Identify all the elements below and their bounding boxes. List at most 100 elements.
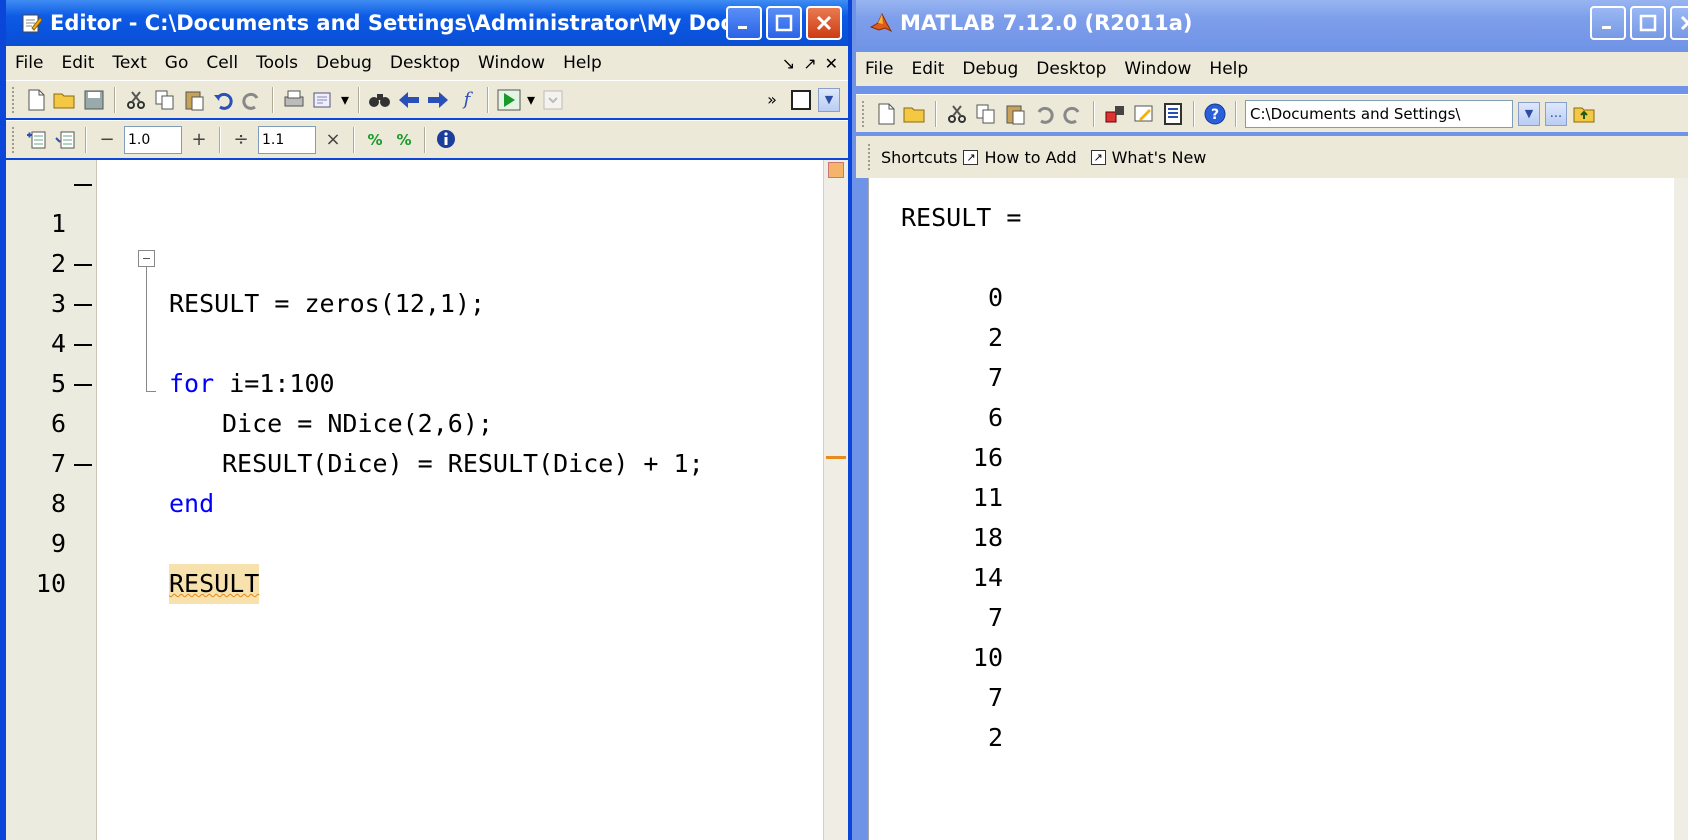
undo-icon[interactable] xyxy=(211,88,235,112)
fold-toggle-icon[interactable] xyxy=(138,250,155,267)
editor-titlebar[interactable]: Editor - C:\Documents and Settings\Admin… xyxy=(6,0,848,46)
close-doc-icon[interactable]: ✕ xyxy=(825,54,838,73)
info-icon[interactable] xyxy=(434,128,458,152)
menu-debug[interactable]: Debug xyxy=(307,53,381,73)
paste-icon[interactable] xyxy=(1003,102,1027,126)
close-icon xyxy=(816,15,832,31)
warning-status-icon[interactable] xyxy=(828,162,844,178)
simulink-icon[interactable] xyxy=(1103,102,1127,126)
breakpoint-dash[interactable] xyxy=(74,344,92,346)
warning-marker[interactable] xyxy=(826,456,846,459)
editor-text-area[interactable]: 1 RESULT = zeros(12,1); 2 3 for i=1:100 … xyxy=(6,160,848,840)
cut-icon[interactable] xyxy=(124,88,148,112)
more-tools-icon[interactable]: » xyxy=(760,88,784,112)
editor-menubar: File Edit Text Go Cell Tools Debug Deskt… xyxy=(6,46,848,80)
menu-tools[interactable]: Tools xyxy=(247,53,307,73)
menu-go[interactable]: Go xyxy=(156,53,198,73)
insert-cell-icon[interactable] xyxy=(24,128,48,152)
up-folder-icon[interactable] xyxy=(1572,102,1596,126)
menu-text[interactable]: Text xyxy=(103,53,155,73)
cut-icon[interactable] xyxy=(945,102,969,126)
save-icon[interactable] xyxy=(82,88,106,112)
paste-icon[interactable] xyxy=(182,88,206,112)
menu-help[interactable]: Help xyxy=(1200,59,1257,79)
multiply-button[interactable]: × xyxy=(321,128,345,152)
new-file-icon[interactable] xyxy=(24,88,48,112)
menu-window[interactable]: Window xyxy=(469,53,554,73)
redo-icon[interactable] xyxy=(240,88,264,112)
open-folder-icon[interactable] xyxy=(53,88,77,112)
new-file-icon[interactable] xyxy=(874,102,898,126)
breakpoint-dash[interactable] xyxy=(74,184,92,186)
percent-dropdown-icon[interactable]: % xyxy=(392,128,416,152)
output-value: 0 xyxy=(987,283,1003,312)
matlab-titlebar[interactable]: MATLAB 7.12.0 (R2011a) xyxy=(856,0,1688,46)
current-folder-field[interactable]: C:\Documents and Settings\ xyxy=(1245,99,1513,128)
divide-button[interactable]: ÷ xyxy=(229,128,253,152)
cell-remove-icon[interactable] xyxy=(53,128,77,152)
whats-new-link[interactable]: What's New xyxy=(1112,148,1207,167)
minimize-button[interactable] xyxy=(1590,6,1626,40)
code-line-4: 4 Dice = NDice(2,6); xyxy=(6,284,820,438)
close-button[interactable] xyxy=(1670,6,1688,40)
add-percent-icon[interactable]: % xyxy=(363,128,387,152)
breakpoint-dash[interactable] xyxy=(74,464,92,466)
command-window[interactable]: RESULT = 0 2 7 6 16 11 18 14 7 10 7 2 xyxy=(868,178,1688,840)
editor-app-icon xyxy=(22,14,42,33)
find-icon[interactable] xyxy=(368,88,392,112)
dropdown-arrow-icon[interactable]: ▾ xyxy=(340,88,350,112)
copy-icon[interactable] xyxy=(153,88,177,112)
help-icon[interactable]: ? xyxy=(1203,102,1227,126)
function-icon[interactable]: f xyxy=(455,88,479,112)
close-button[interactable] xyxy=(806,6,842,40)
maximize-button[interactable] xyxy=(766,6,802,40)
menu-help[interactable]: Help xyxy=(554,53,611,73)
copy-icon[interactable] xyxy=(974,102,998,126)
editor-cell-toolbar: − 1.0 + ÷ 1.1 × % % xyxy=(6,120,848,158)
menu-file[interactable]: File xyxy=(6,53,52,73)
dock-arrow-icon[interactable]: ↘ xyxy=(782,54,795,73)
shortcuts-label[interactable]: Shortcuts xyxy=(881,148,957,167)
breakpoint-dash[interactable] xyxy=(74,264,92,266)
menu-edit[interactable]: Edit xyxy=(52,53,103,73)
print-icon[interactable] xyxy=(282,88,306,112)
increment-button[interactable]: + xyxy=(187,128,211,152)
code-line-2: 2 xyxy=(6,204,820,278)
maximize-icon xyxy=(775,14,793,32)
decrement-button[interactable]: − xyxy=(95,128,119,152)
back-arrow-icon[interactable] xyxy=(397,88,421,112)
browse-folder-button[interactable]: ... xyxy=(1545,101,1567,126)
publish-icon[interactable] xyxy=(311,88,335,112)
forward-arrow-icon[interactable] xyxy=(426,88,450,112)
redo-icon[interactable] xyxy=(1061,102,1085,126)
code-line-5: 5 RESULT(Dice) = RESULT(Dice) + 1; xyxy=(6,324,820,478)
menu-desktop[interactable]: Desktop xyxy=(1027,59,1115,79)
minimize-button[interactable] xyxy=(726,6,762,40)
menu-window[interactable]: Window xyxy=(1115,59,1200,79)
open-folder-icon[interactable] xyxy=(903,102,927,126)
guide-icon[interactable] xyxy=(1132,102,1156,126)
command-scrollbar[interactable] xyxy=(1674,178,1688,840)
how-to-add-link[interactable]: How to Add xyxy=(984,148,1076,167)
undo-icon[interactable] xyxy=(1032,102,1056,126)
menu-cell[interactable]: Cell xyxy=(197,53,247,73)
menu-edit[interactable]: Edit xyxy=(902,59,953,79)
run-icon[interactable] xyxy=(497,88,521,112)
stack-dropdown-icon[interactable] xyxy=(541,88,565,112)
menu-debug[interactable]: Debug xyxy=(953,59,1027,79)
run-dropdown-icon[interactable]: ▾ xyxy=(526,88,536,112)
folder-dropdown-icon[interactable]: ▼ xyxy=(1518,101,1540,126)
increment-value-field[interactable]: 1.0 xyxy=(124,125,182,154)
menu-file[interactable]: File xyxy=(856,59,902,79)
output-value: 11 xyxy=(972,483,1003,512)
breakpoint-dash[interactable] xyxy=(74,304,92,306)
menu-desktop[interactable]: Desktop xyxy=(381,53,469,73)
editor-message-bar[interactable] xyxy=(823,160,848,840)
maximize-button[interactable] xyxy=(1630,6,1666,40)
profiler-icon[interactable] xyxy=(1161,102,1185,126)
layout-box-icon[interactable] xyxy=(789,88,813,112)
breakpoint-dash[interactable] xyxy=(74,384,92,386)
scale-value-field[interactable]: 1.1 xyxy=(258,125,316,154)
undock-arrow-icon[interactable]: ↗ xyxy=(803,54,816,73)
layout-dropdown-icon[interactable]: ▼ xyxy=(818,87,840,112)
